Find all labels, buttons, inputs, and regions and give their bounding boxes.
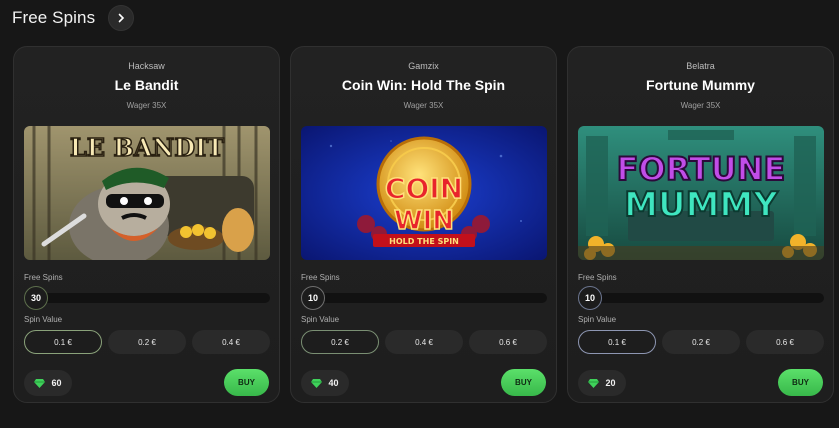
provider-name: Belatra [686,61,715,71]
free-spins-slider[interactable]: 30 [24,286,270,310]
wager-text: Wager 35X [403,101,444,110]
buy-button[interactable]: BUY [501,369,546,396]
gem-icon [311,378,323,388]
fortune-mummy-artwork: FORTUNE MUMMY [578,126,824,260]
free-spins-label: Free Spins [24,273,63,282]
slider-handle[interactable]: 30 [24,286,48,310]
free-spin-card: Belatra Fortune Mummy Wager 35X FORTUNE … [567,46,834,403]
section-title: Free Spins [12,8,96,27]
coin-win-artwork: COIN WIN HOLD THE SPIN [301,126,547,260]
spin-value-label: Spin Value [24,315,63,324]
spin-value-options: 0.1 € 0.2 € 0.4 € [24,330,270,354]
spin-value-option[interactable]: 0.2 € [108,330,186,354]
free-spins-slider[interactable]: 10 [578,286,824,310]
spin-value-options: 0.2 € 0.4 € 0.6 € [301,330,547,354]
slider-handle[interactable]: 10 [301,286,325,310]
free-spins-label: Free Spins [578,273,617,282]
spin-value-option[interactable]: 0.1 € [24,330,102,354]
spin-value-option[interactable]: 0.1 € [578,330,656,354]
le-bandit-artwork: LE BANDIT [24,126,270,260]
slider-track[interactable] [578,293,824,303]
free-spin-card: Hacksaw Le Bandit Wager 35X LE BANDIT Fr… [13,46,280,403]
chevron-right-icon [118,13,125,23]
thumb-subtitle-text: HOLD THE SPIN [389,237,459,246]
free-spins-cards: Hacksaw Le Bandit Wager 35X LE BANDIT Fr… [13,46,834,403]
spin-value-label: Spin Value [301,315,340,324]
thumb-title-text: WIN [394,206,454,236]
game-title: Fortune Mummy [646,77,755,93]
gem-price: 40 [301,370,349,396]
gem-icon [34,378,46,388]
thumb-title-text: FORTUNE [617,150,786,188]
gem-amount: 60 [51,378,62,388]
free-spin-card: Gamzix Coin Win: Hold The Spin Wager 35X… [290,46,557,403]
game-title: Coin Win: Hold The Spin [341,77,506,93]
wager-text: Wager 35X [680,101,721,110]
provider-name: Gamzix [408,61,439,71]
spin-value-options: 0.1 € 0.2 € 0.6 € [578,330,824,354]
game-thumbnail[interactable]: FORTUNE MUMMY [578,126,824,260]
gem-price: 60 [24,370,72,396]
game-title: Le Bandit [114,77,179,93]
wager-text: Wager 35X [126,101,167,110]
provider-name: Hacksaw [128,61,165,71]
spin-value-option[interactable]: 0.2 € [662,330,740,354]
spin-value-option[interactable]: 0.2 € [301,330,379,354]
spin-value-option[interactable]: 0.6 € [469,330,547,354]
see-all-button[interactable] [108,5,135,31]
thumb-title-text: LE BANDIT [70,133,224,162]
thumb-title-text: MUMMY [624,185,778,225]
gem-amount: 40 [328,378,339,388]
thumb-title-text: COIN [385,172,463,205]
slider-handle[interactable]: 10 [578,286,602,310]
game-thumbnail[interactable]: LE BANDIT [24,126,270,260]
free-spins-label: Free Spins [301,273,340,282]
free-spins-slider[interactable]: 10 [301,286,547,310]
spin-value-option[interactable]: 0.4 € [192,330,270,354]
game-thumbnail[interactable]: COIN WIN HOLD THE SPIN [301,126,547,260]
spin-value-label: Spin Value [578,315,617,324]
slider-track[interactable] [301,293,547,303]
slider-track[interactable] [24,293,270,303]
gem-price: 20 [578,370,626,396]
spin-value-option[interactable]: 0.6 € [746,330,824,354]
gem-amount: 20 [605,378,616,388]
buy-button[interactable]: BUY [224,369,269,396]
gem-icon [588,378,600,388]
spin-value-option[interactable]: 0.4 € [385,330,463,354]
buy-button[interactable]: BUY [778,369,823,396]
section-header: Free Spins [12,5,135,31]
